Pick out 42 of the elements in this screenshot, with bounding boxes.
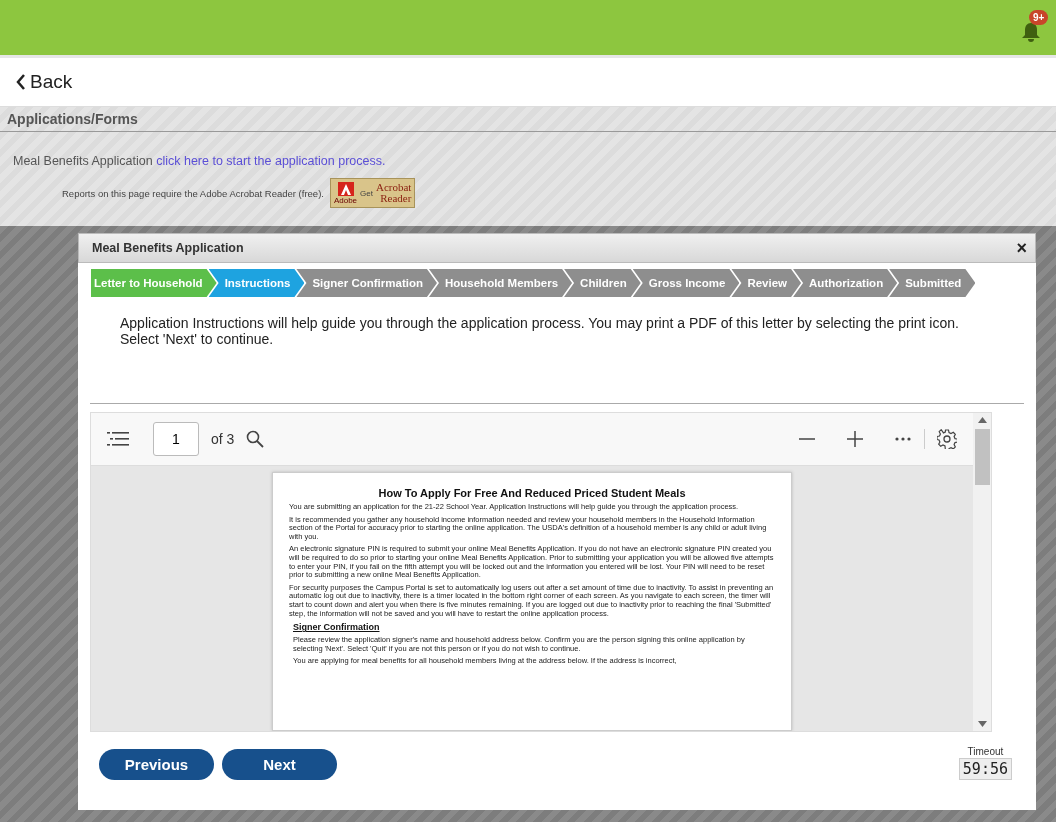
- chevron-left-icon: [16, 74, 26, 90]
- progress-step[interactable]: Review: [731, 269, 802, 297]
- list-icon[interactable]: [107, 431, 129, 447]
- brand-text: Adobe: [333, 195, 358, 205]
- progress-step[interactable]: Signer Confirmation: [296, 269, 437, 297]
- page-number-field[interactable]: 1: [153, 422, 199, 456]
- nav-button[interactable]: Previous: [99, 749, 214, 780]
- notification-badge: 9+: [1029, 9, 1049, 25]
- document-title: How To Apply For Free And Reduced Priced Student Meals: [377, 487, 687, 499]
- document-heading: Signer Confirmation: [293, 622, 381, 633]
- start-application-link[interactable]: click here to start the application process.: [156, 154, 386, 168]
- more-icon[interactable]: [894, 437, 912, 441]
- progress-step[interactable]: Household Members: [428, 269, 573, 297]
- search-icon[interactable]: [246, 430, 265, 448]
- get-text: Get: [360, 188, 373, 198]
- settings-icon[interactable]: [937, 429, 957, 449]
- progress-step[interactable]: Children: [564, 269, 641, 297]
- scrollbar-thumb[interactable]: [974, 429, 990, 485]
- product-name: Acrobat: [376, 182, 412, 193]
- back-button[interactable]: Back: [16, 71, 73, 93]
- nav-button[interactable]: Next: [222, 749, 337, 780]
- scrollbar[interactable]: [973, 413, 991, 731]
- adobe-logo-icon: [337, 181, 354, 196]
- dialog-title: Meal Benefits Application: [92, 241, 244, 255]
- progress-step[interactable]: Instructions: [208, 269, 305, 297]
- product-name: Reader: [380, 193, 412, 204]
- zoom-in-icon[interactable]: [846, 430, 864, 448]
- timeout-label: Timeout: [967, 746, 1004, 757]
- progress-step[interactable]: Letter to Household: [91, 269, 217, 297]
- application-line: Meal Benefits Application click here to start the application process.: [12, 153, 387, 168]
- progress-step[interactable]: Gross Income: [632, 269, 740, 297]
- progress-step[interactable]: Authorization: [793, 269, 898, 297]
- page-total: of 3: [211, 431, 235, 447]
- reader-note: Reports on this page require the Adobe Acrobat Reader (free).: [62, 187, 324, 199]
- timeout-value: 59:56: [958, 758, 1012, 780]
- scroll-down-icon[interactable]: [977, 721, 987, 727]
- scroll-up-icon[interactable]: [977, 417, 987, 423]
- progress-step[interactable]: Submitted: [889, 269, 976, 297]
- bell-icon[interactable]: [1020, 20, 1042, 43]
- instructions-text: Application Instructions will help guide you through the application process. You may print a PDF of this letter by selecting the print icon. Select 'Next' to continue.: [120, 315, 960, 349]
- section-title: Applications/Forms: [0, 107, 1056, 132]
- close-button[interactable]: ×: [1016, 239, 1027, 257]
